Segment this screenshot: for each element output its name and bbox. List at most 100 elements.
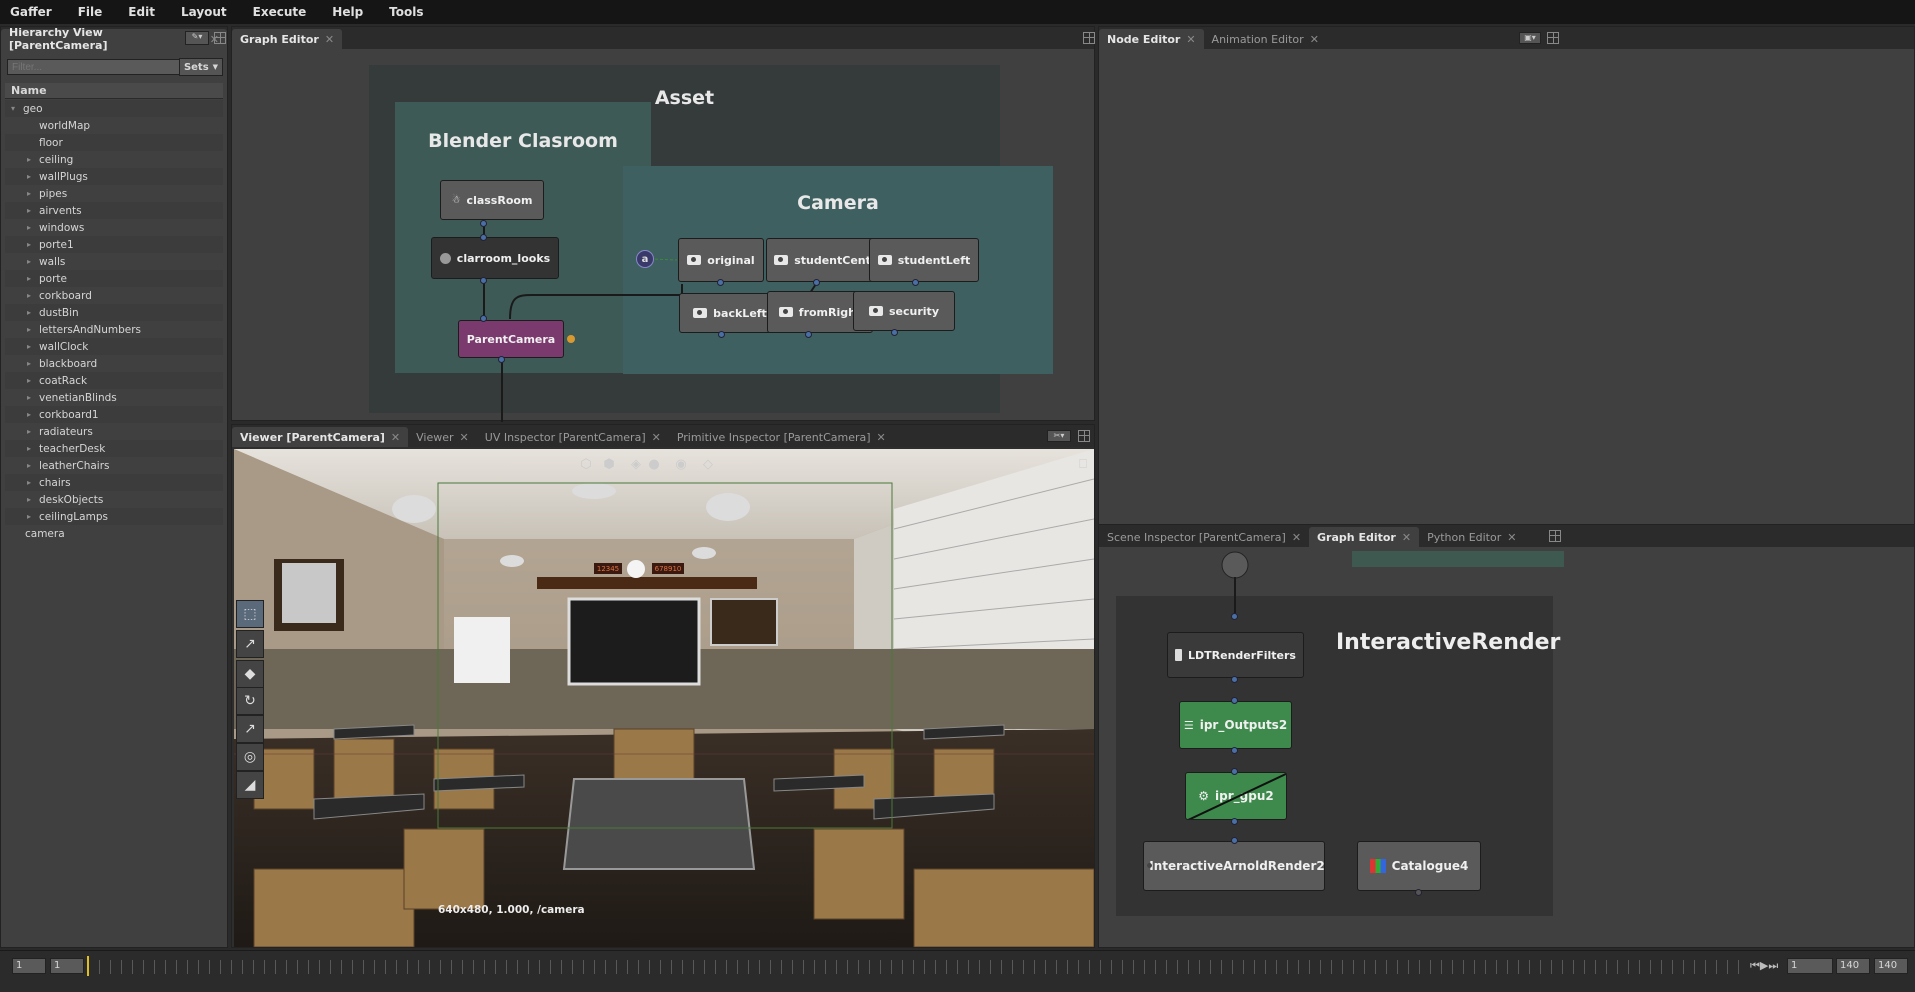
- node-classroom-looks[interactable]: clarroom_looks: [431, 237, 559, 279]
- plug[interactable]: [718, 331, 725, 338]
- node-camera-student-left[interactable]: studentLeft: [869, 238, 979, 282]
- tree-row-porte[interactable]: ▸ porte: [5, 270, 223, 287]
- tree-row-radiateurs[interactable]: ▸ radiateurs: [5, 423, 223, 440]
- node-camera-original[interactable]: original: [678, 238, 764, 282]
- plug[interactable]: [805, 331, 812, 338]
- collapse-arrow-icon[interactable]: ▸: [27, 359, 39, 368]
- collapse-arrow-icon[interactable]: ▸: [27, 257, 39, 266]
- plug[interactable]: [480, 220, 487, 227]
- collapse-arrow-icon[interactable]: ▸: [27, 274, 39, 283]
- collapse-arrow-icon[interactable]: ▸: [27, 478, 39, 487]
- plug[interactable]: [1231, 697, 1238, 704]
- close-icon[interactable]: ✕: [652, 431, 661, 444]
- collapse-arrow-icon[interactable]: ▸: [27, 189, 39, 198]
- camera-icon[interactable]: ◉: [672, 455, 690, 473]
- tree-row-wallplugs[interactable]: ▸ wallPlugs: [5, 168, 223, 185]
- tree-row-windows[interactable]: ▸ windows: [5, 219, 223, 236]
- plug[interactable]: [1231, 837, 1238, 844]
- select-tool-button[interactable]: ⬚: [236, 600, 264, 628]
- start-frame-outer-field[interactable]: 1: [12, 958, 46, 974]
- viewport-render[interactable]: 12345 678910: [234, 449, 1094, 947]
- plug[interactable]: [1231, 613, 1238, 620]
- end-frame-outer-field[interactable]: 140: [1874, 958, 1908, 974]
- collapse-arrow-icon[interactable]: ▸: [27, 325, 39, 334]
- tree-row-dustbin[interactable]: ▸ dustBin: [5, 304, 223, 321]
- collapse-arrow-icon[interactable]: ▸: [27, 461, 39, 470]
- sets-button[interactable]: Sets ▼: [179, 58, 223, 76]
- translate-tool-button[interactable]: ↗: [236, 630, 264, 658]
- tree-row-pipes[interactable]: ▸ pipes: [5, 185, 223, 202]
- tab-uv-inspector[interactable]: UV Inspector [ParentCamera] ✕: [477, 427, 669, 447]
- node-camera-security[interactable]: security: [853, 291, 955, 331]
- menu-edit[interactable]: Edit: [128, 5, 155, 19]
- start-frame-inner-field[interactable]: 1: [50, 958, 84, 974]
- tree-row-worldmap[interactable]: worldMap: [5, 117, 223, 134]
- close-icon[interactable]: ✕: [1186, 33, 1195, 46]
- rotate-tool-button[interactable]: ↻: [236, 687, 264, 715]
- tab-node-editor[interactable]: Node Editor ✕: [1099, 29, 1204, 49]
- close-icon[interactable]: ✕: [877, 431, 886, 444]
- collapse-arrow-icon[interactable]: ▸: [27, 410, 39, 419]
- tree-row-walls[interactable]: ▸ walls: [5, 253, 223, 270]
- close-icon[interactable]: ✕: [460, 431, 469, 444]
- menu-execute[interactable]: Execute: [253, 5, 307, 19]
- tree-row-floor[interactable]: floor: [5, 134, 223, 151]
- menu-gaffer[interactable]: Gaffer: [10, 5, 52, 19]
- plug[interactable]: [1231, 676, 1238, 683]
- plug[interactable]: [498, 356, 505, 363]
- selection-mask-icon[interactable]: ⬢: [600, 455, 618, 473]
- pin-icon[interactable]: ⎕: [1074, 455, 1092, 473]
- sphere-shading-icon[interactable]: ●: [645, 455, 663, 473]
- pin-icon[interactable]: ✂▾: [1047, 430, 1071, 442]
- node-parent-camera[interactable]: ParentCamera: [458, 320, 564, 358]
- menu-file[interactable]: File: [78, 5, 103, 19]
- collapse-arrow-icon[interactable]: ▸: [27, 444, 39, 453]
- collapse-arrow-icon[interactable]: ▸: [27, 155, 39, 164]
- plug[interactable]: [717, 279, 724, 286]
- collapse-arrow-icon[interactable]: ▸: [27, 308, 39, 317]
- shading-mode-icon[interactable]: ◈: [627, 455, 645, 473]
- playhead[interactable]: [87, 956, 89, 976]
- collapse-arrow-icon[interactable]: ▸: [27, 495, 39, 504]
- menu-tools[interactable]: Tools: [389, 5, 423, 19]
- tree-row-chairs[interactable]: ▸ chairs: [5, 474, 223, 491]
- collapse-arrow-icon[interactable]: ▸: [27, 512, 39, 521]
- tree-row-deskobjects[interactable]: ▸ deskObjects: [5, 491, 223, 508]
- tree-row-venetianblinds[interactable]: ▸ venetianBlinds: [5, 389, 223, 406]
- plug[interactable]: [912, 279, 919, 286]
- collapse-arrow-icon[interactable]: ▸: [27, 240, 39, 249]
- tree-row-porte1[interactable]: ▸ porte1: [5, 236, 223, 253]
- plug[interactable]: [813, 279, 820, 286]
- menu-help[interactable]: Help: [332, 5, 363, 19]
- tab-viewer[interactable]: Viewer ✕: [408, 427, 477, 447]
- scale-tool-button[interactable]: ◆: [236, 660, 264, 688]
- tree-row-camera[interactable]: camera: [5, 525, 223, 542]
- close-icon[interactable]: ✕: [1310, 33, 1319, 46]
- plug[interactable]: [1415, 889, 1422, 896]
- tree-row-airvents[interactable]: ▸ airvents: [5, 202, 223, 219]
- node-interactive-arnold-render[interactable]: InteractiveArnoldRender2: [1143, 841, 1325, 891]
- tab-animation-editor[interactable]: Animation Editor ✕: [1204, 29, 1327, 49]
- collapse-arrow-icon[interactable]: ▸: [27, 393, 39, 402]
- crop-tool-button[interactable]: ◢: [236, 771, 264, 799]
- close-icon[interactable]: ✕: [391, 431, 400, 444]
- tree-row-teacherdesk[interactable]: ▸ teacherDesk: [5, 440, 223, 457]
- plug[interactable]: [1231, 747, 1238, 754]
- node-ipr-gpu[interactable]: ⚙ ipr_gpu2: [1185, 772, 1287, 820]
- node-ldt-render-filters[interactable]: LDTRenderFilters: [1167, 632, 1304, 678]
- plug[interactable]: [480, 315, 487, 322]
- pin-icon[interactable]: ▣▾: [1519, 32, 1541, 44]
- tab-primitive-inspector[interactable]: Primitive Inspector [ParentCamera] ✕: [669, 427, 894, 447]
- timeline-ruler[interactable]: [88, 960, 1746, 974]
- tree-row-corkboard1[interactable]: ▸ corkboard1: [5, 406, 223, 423]
- tree-row-leatherchairs[interactable]: ▸ leatherChairs: [5, 457, 223, 474]
- collapse-arrow-icon[interactable]: ▸: [27, 291, 39, 300]
- grid-icon[interactable]: ◇: [699, 455, 717, 473]
- tree-row-wallclock[interactable]: ▸ wallClock: [5, 338, 223, 355]
- layout-icon[interactable]: [1547, 32, 1559, 44]
- collapse-arrow-icon[interactable]: ▸: [27, 376, 39, 385]
- collapse-arrow-icon[interactable]: ▸: [27, 172, 39, 181]
- end-frame-inner-field[interactable]: 140: [1836, 958, 1870, 974]
- plug[interactable]: [480, 277, 487, 284]
- expand-arrow-icon[interactable]: ▾: [11, 104, 23, 113]
